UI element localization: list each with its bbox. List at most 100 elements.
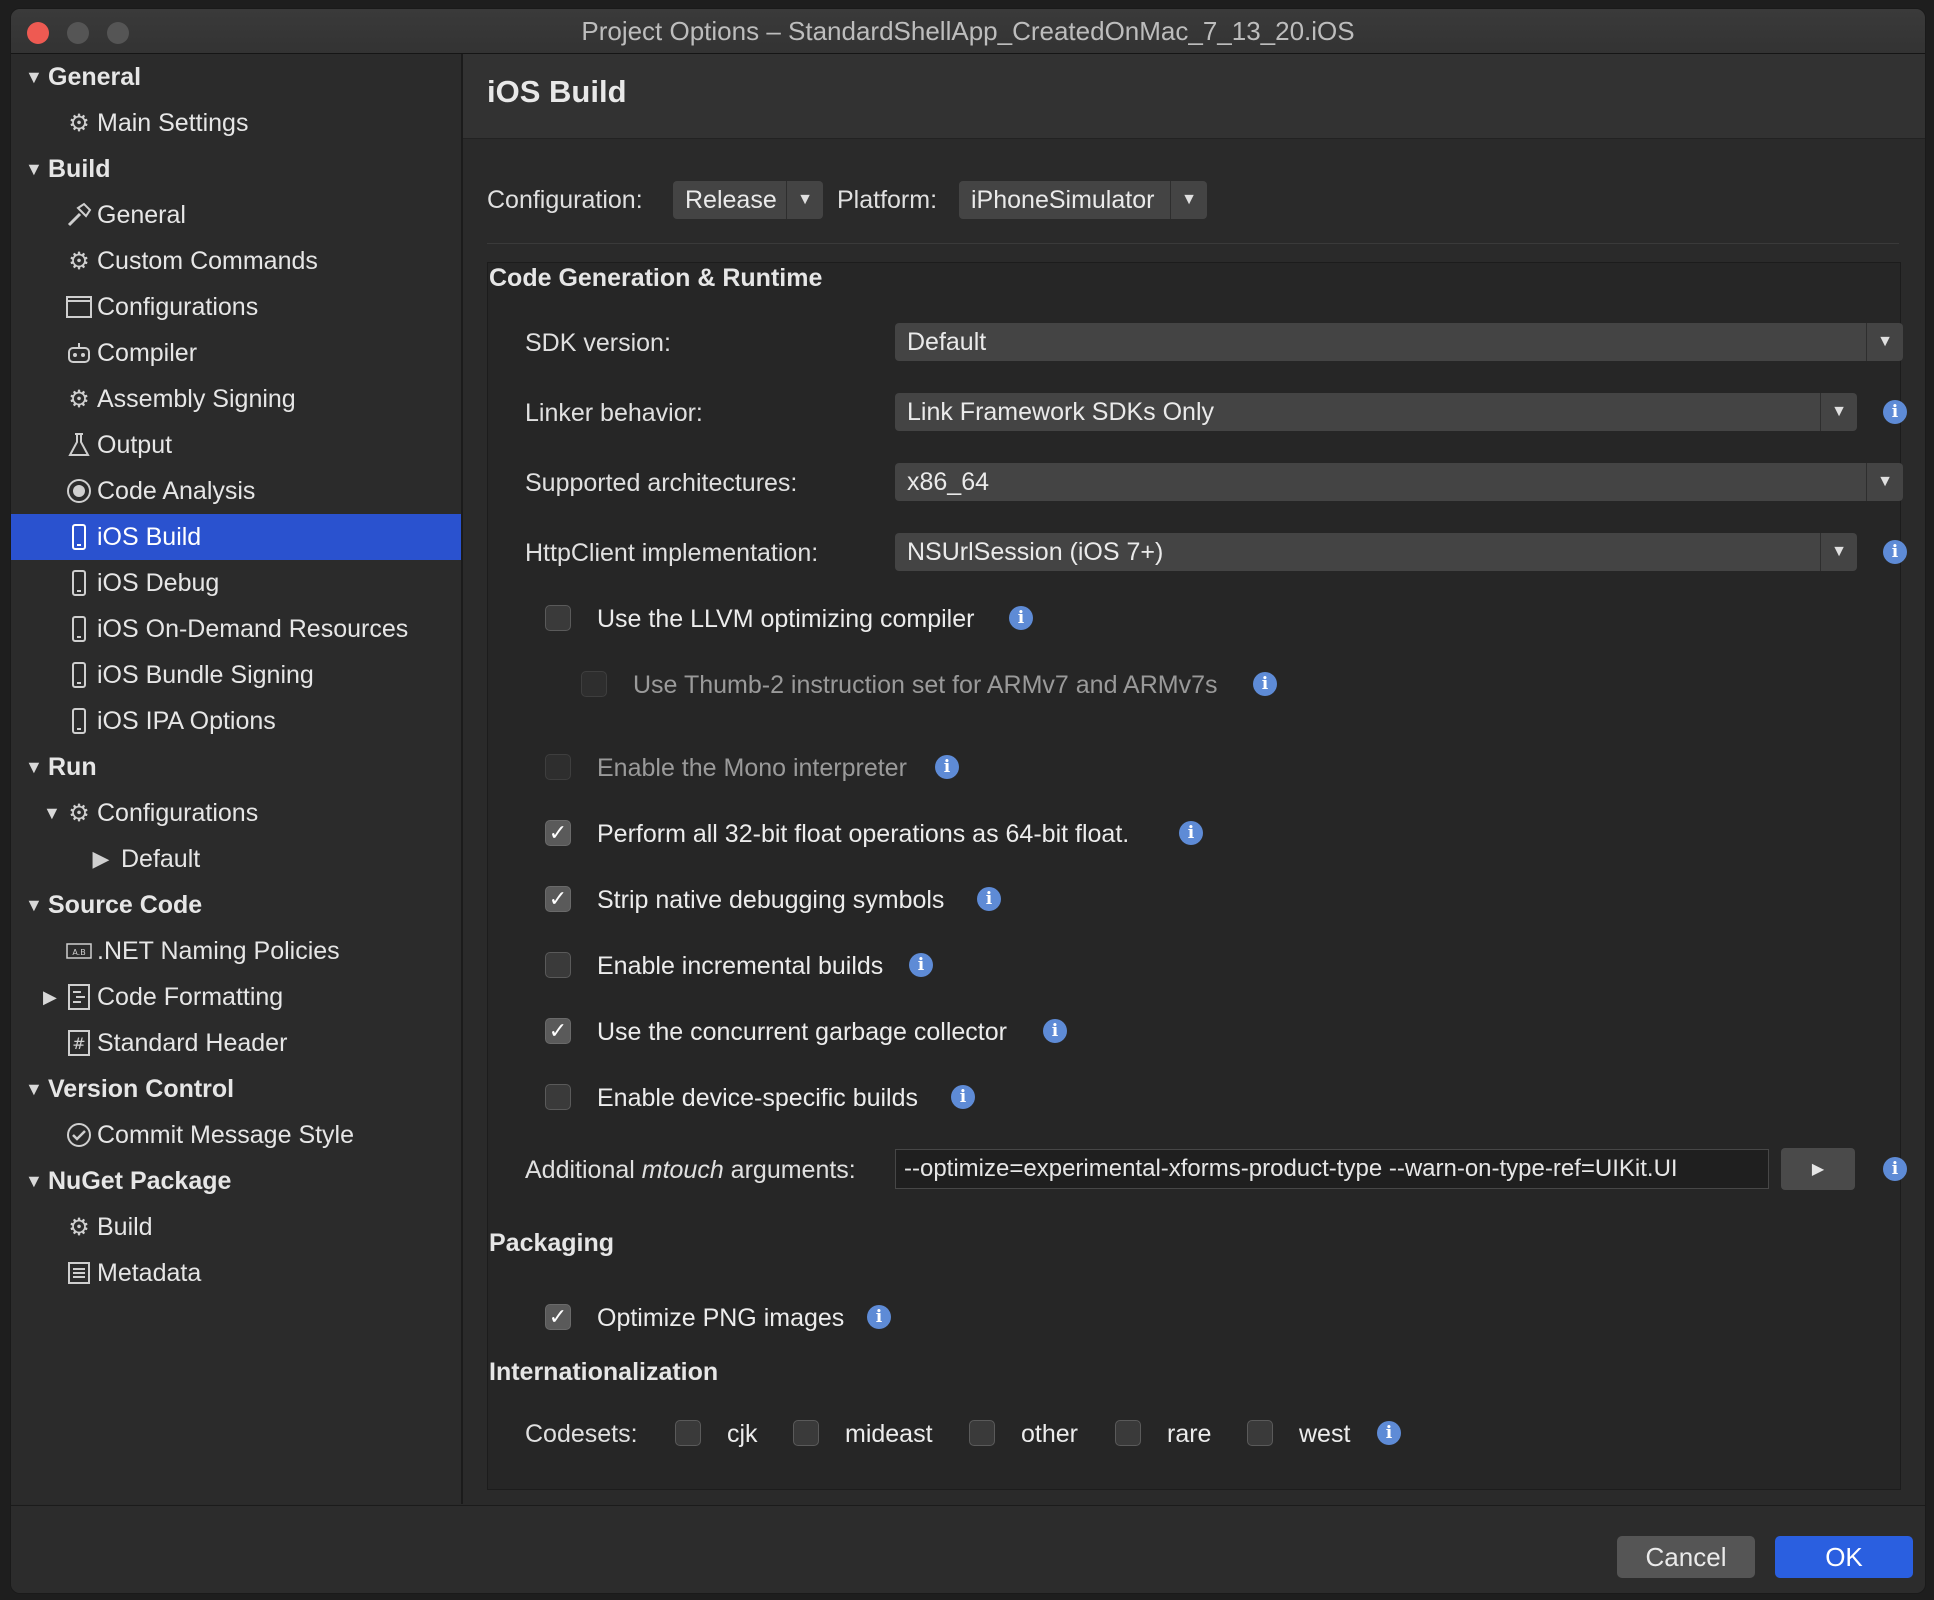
info-icon[interactable]: i xyxy=(977,887,1001,911)
disclosure-expanded-icon[interactable]: ▼ xyxy=(25,757,43,778)
disclosure-expanded-icon[interactable]: ▼ xyxy=(43,803,61,824)
play-icon: ▶ xyxy=(92,846,110,871)
info-icon[interactable]: i xyxy=(1883,540,1907,564)
sidebar-item-ios-debug[interactable]: iOS Debug xyxy=(11,560,461,606)
codeset-west-label: west xyxy=(1299,1420,1351,1448)
sidebar-item-nuget-metadata[interactable]: Metadata xyxy=(11,1250,461,1296)
sidebar-item-output[interactable]: Output xyxy=(11,422,461,468)
optimize-png-label: Optimize PNG images xyxy=(597,1304,845,1332)
disclosure-expanded-icon[interactable]: ▼ xyxy=(25,1171,43,1192)
strip-symbols-checkbox[interactable]: ✓ xyxy=(545,886,571,912)
chevron-down-icon: ▼ xyxy=(1820,533,1857,571)
disclosure-expanded-icon[interactable]: ▼ xyxy=(25,895,43,916)
info-icon[interactable]: i xyxy=(1179,821,1203,845)
mono-interpreter-checkbox[interactable] xyxy=(545,754,571,780)
disclosure-expanded-icon[interactable]: ▼ xyxy=(25,159,43,180)
info-icon[interactable]: i xyxy=(1009,606,1033,630)
linker-behavior-select[interactable]: Link Framework SDKs Only ▼ xyxy=(895,393,1857,431)
info-icon[interactable]: i xyxy=(909,953,933,977)
sidebar-section-nuget-package[interactable]: ▼ NuGet Package xyxy=(11,1158,461,1204)
codeset-mideast-checkbox[interactable] xyxy=(793,1420,819,1446)
sidebar-item-run-configurations[interactable]: ▼ ⚙ Configurations xyxy=(11,790,461,836)
info-icon[interactable]: i xyxy=(867,1305,891,1329)
float64-checkbox[interactable]: ✓ xyxy=(545,820,571,846)
sidebar-item-ios-build[interactable]: iOS Build xyxy=(11,514,461,560)
target-icon xyxy=(65,477,93,505)
sidebar-item-net-naming-policies[interactable]: A.B .NET Naming Policies xyxy=(11,928,461,974)
sidebar-item-label: Custom Commands xyxy=(97,246,318,275)
sidebar-item-ios-ipa-options[interactable]: iOS IPA Options xyxy=(11,698,461,744)
httpclient-implementation-select[interactable]: NSUrlSession (iOS 7+) ▼ xyxy=(895,533,1857,571)
thumb2-checkbox[interactable] xyxy=(581,671,607,697)
info-icon[interactable]: i xyxy=(951,1085,975,1109)
info-icon[interactable]: i xyxy=(1377,1421,1401,1445)
device-specific-builds-checkbox[interactable] xyxy=(545,1084,571,1110)
sidebar-item-code-analysis[interactable]: Code Analysis xyxy=(11,468,461,514)
codeset-rare-checkbox[interactable] xyxy=(1115,1420,1141,1446)
naming-policy-icon: A.B xyxy=(65,937,93,965)
codeset-cjk-checkbox[interactable] xyxy=(675,1420,701,1446)
sidebar-section-general[interactable]: ▼ General xyxy=(11,54,461,100)
sidebar-item-nuget-build[interactable]: ⚙ Build xyxy=(11,1204,461,1250)
sidebar-item-configurations[interactable]: Configurations xyxy=(11,284,461,330)
incremental-builds-checkbox[interactable] xyxy=(545,952,571,978)
configuration-select[interactable]: Release ▼ xyxy=(673,181,823,219)
configuration-label: Configuration: xyxy=(487,186,643,214)
sidebar-item-label: Output xyxy=(97,430,173,459)
info-icon[interactable]: i xyxy=(1883,1157,1907,1181)
sidebar-item-assembly-signing[interactable]: ⚙ Assembly Signing xyxy=(11,376,461,422)
codeset-other-checkbox[interactable] xyxy=(969,1420,995,1446)
httpclient-implementation-value: NSUrlSession (iOS 7+) xyxy=(907,537,1164,566)
cancel-button[interactable]: Cancel xyxy=(1617,1536,1755,1578)
llvm-label: Use the LLVM optimizing compiler xyxy=(597,605,975,633)
svg-text:A.B: A.B xyxy=(72,948,85,957)
sidebar-item-label: iOS On-Demand Resources xyxy=(97,614,409,643)
sidebar-item-build-general[interactable]: General xyxy=(11,192,461,238)
sidebar-item-ios-on-demand-resources[interactable]: iOS On-Demand Resources xyxy=(11,606,461,652)
info-icon[interactable]: i xyxy=(1253,672,1277,696)
sidebar-section-label: Source Code xyxy=(48,890,203,919)
platform-select[interactable]: iPhoneSimulator ▼ xyxy=(959,181,1207,219)
sidebar-item-ios-bundle-signing[interactable]: iOS Bundle Signing xyxy=(11,652,461,698)
gear-icon: ⚙ xyxy=(68,247,90,275)
mtouch-arguments-menu-button[interactable]: ▶ xyxy=(1781,1148,1855,1190)
llvm-checkbox[interactable] xyxy=(545,605,571,631)
sidebar-item-standard-header[interactable]: # Standard Header xyxy=(11,1020,461,1066)
sidebar-item-label: Default xyxy=(121,844,201,873)
info-icon[interactable]: i xyxy=(1043,1019,1067,1043)
sidebar-section-run[interactable]: ▼ Run xyxy=(11,744,461,790)
phone-icon xyxy=(65,615,93,643)
phone-icon xyxy=(65,661,93,689)
info-icon[interactable]: i xyxy=(1883,400,1907,424)
supported-architectures-select[interactable]: x86_64 ▼ xyxy=(895,463,1903,501)
sidebar-item-commit-message-style[interactable]: Commit Message Style xyxy=(11,1112,461,1158)
sidebar-item-code-formatting[interactable]: ▶ Code Formatting xyxy=(11,974,461,1020)
concurrent-gc-checkbox[interactable]: ✓ xyxy=(545,1018,571,1044)
float64-label: Perform all 32-bit float operations as 6… xyxy=(597,820,1130,848)
sidebar-item-label: Standard Header xyxy=(97,1028,288,1057)
platform-label: Platform: xyxy=(837,186,938,214)
codeset-west-checkbox[interactable] xyxy=(1247,1420,1273,1446)
sidebar-item-main-settings[interactable]: ⚙ Main Settings xyxy=(11,100,461,146)
sidebar-section-build[interactable]: ▼ Build xyxy=(11,146,461,192)
sidebar-item-custom-commands[interactable]: ⚙ Custom Commands xyxy=(11,238,461,284)
sidebar-item-compiler[interactable]: Compiler xyxy=(11,330,461,376)
chevron-down-icon: ▼ xyxy=(1866,323,1903,361)
device-specific-builds-label: Enable device-specific builds xyxy=(597,1084,919,1112)
sidebar-section-version-control[interactable]: ▼ Version Control xyxy=(11,1066,461,1112)
sidebar-item-label: Commit Message Style xyxy=(97,1120,355,1149)
optimize-png-checkbox[interactable]: ✓ xyxy=(545,1304,571,1330)
sidebar-item-run-default[interactable]: ▶ Default xyxy=(11,836,461,882)
mtouch-arguments-input[interactable]: --optimize=experimental-xforms-product-t… xyxy=(895,1149,1769,1189)
sidebar-section-source-code[interactable]: ▼ Source Code xyxy=(11,882,461,928)
disclosure-expanded-icon[interactable]: ▼ xyxy=(25,67,43,88)
info-icon[interactable]: i xyxy=(935,755,959,779)
ok-button[interactable]: OK xyxy=(1775,1536,1913,1578)
sidebar-item-label: iOS Bundle Signing xyxy=(97,660,314,689)
codeset-other-label: other xyxy=(1021,1420,1078,1448)
disclosure-expanded-icon[interactable]: ▼ xyxy=(25,1079,43,1100)
disclosure-collapsed-icon[interactable]: ▶ xyxy=(43,987,57,1008)
chevron-down-icon: ▼ xyxy=(1820,393,1857,431)
gear-icon: ⚙ xyxy=(68,109,90,137)
sdk-version-select[interactable]: Default ▼ xyxy=(895,323,1903,361)
